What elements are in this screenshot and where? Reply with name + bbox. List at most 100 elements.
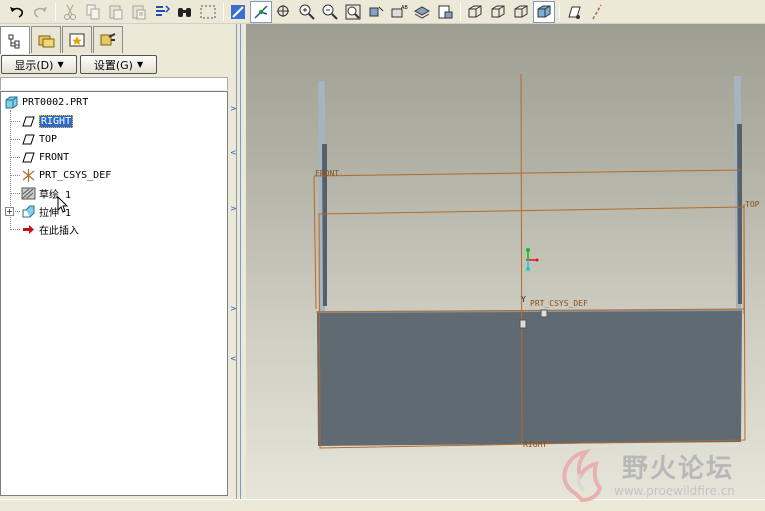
tree-header-strip <box>0 77 228 90</box>
datum-plane-icon <box>20 149 36 165</box>
favorites-tab[interactable] <box>62 26 92 53</box>
splitter-line <box>236 24 237 499</box>
chevron-down-icon: ▼ <box>136 60 144 69</box>
insert-here-arrow-icon <box>20 221 36 237</box>
csys-z-marker <box>526 267 530 271</box>
extrude-icon <box>20 203 36 219</box>
tree-root-node[interactable]: PRT0002.PRT <box>3 94 88 110</box>
csys-y-marker <box>526 248 530 252</box>
undo-icon[interactable] <box>6 1 28 23</box>
show-menu-label: 显示(D) <box>14 58 54 72</box>
pro-engineer-window: AB 显示(D) ▼ 设置(G) ▼ PRT0002.PRT RIGHT TOP… <box>0 0 765 511</box>
tree-connector <box>10 139 20 140</box>
dimension-handle-icon[interactable] <box>519 319 527 329</box>
watermark-title: 野火论坛 <box>622 454 735 484</box>
forum-watermark: 野火论坛 www.proewildfire.cn <box>552 440 765 506</box>
extrude-body[interactable] <box>317 310 742 446</box>
model-canvas: FRONT TOP PRT_CSYS_DEF RIGHT Y <box>313 73 760 449</box>
select-box-icon[interactable] <box>197 1 219 23</box>
toolbar-separator <box>460 2 461 21</box>
sketch-icon <box>20 185 36 201</box>
connections-icon <box>100 33 116 46</box>
chevron-left-icon[interactable]: < <box>230 354 237 363</box>
tree-item-label: 在此插入 <box>39 225 79 237</box>
chevron-right-icon[interactable]: > <box>230 104 237 113</box>
tree-connector <box>10 175 20 176</box>
chevron-right-icon[interactable]: > <box>230 204 237 213</box>
favorites-star-icon <box>69 33 85 47</box>
find-icon[interactable] <box>174 1 196 23</box>
tree-item-front[interactable]: FRONT <box>20 149 69 165</box>
zoom-out-icon[interactable] <box>319 1 341 23</box>
paste-special-icon[interactable] <box>128 1 150 23</box>
model-tree-tab[interactable] <box>0 26 30 54</box>
front-label: FRONT <box>315 169 339 178</box>
no-hidden-icon[interactable] <box>510 1 532 23</box>
datum-planes-icon[interactable] <box>563 1 585 23</box>
layers-icon[interactable] <box>411 1 433 23</box>
tree-root-label: PRT0002.PRT <box>22 96 89 108</box>
reorient-icon[interactable] <box>365 1 387 23</box>
tree-connector <box>10 193 20 194</box>
navigator-tabs <box>0 26 124 54</box>
tree-connector <box>10 157 20 158</box>
chevron-left-icon[interactable]: < <box>230 148 237 157</box>
coordinate-system-icon <box>20 167 36 183</box>
spin-center-icon[interactable] <box>250 0 272 23</box>
shading-icon[interactable] <box>533 0 555 23</box>
datum-axes-icon[interactable] <box>586 1 608 23</box>
csys-x-marker <box>535 258 539 262</box>
tree-item-right[interactable]: RIGHT <box>20 113 74 129</box>
part-icon <box>3 94 19 110</box>
refit-icon[interactable] <box>342 1 364 23</box>
tree-item-insert-here[interactable]: 在此插入 <box>20 221 79 237</box>
front-datum-plane[interactable] <box>313 169 742 177</box>
zoom-in-icon[interactable] <box>296 1 318 23</box>
toolbar-separator <box>559 2 560 21</box>
toolbar-separator <box>55 2 56 21</box>
show-menu-button[interactable]: 显示(D) ▼ <box>1 55 77 74</box>
model-tree-icon <box>8 34 20 48</box>
wireframe-icon[interactable] <box>464 1 486 23</box>
tree-connector <box>10 121 20 122</box>
tree-item-label: TOP <box>39 133 58 145</box>
navigator-panel: 显示(D) ▼ 设置(G) ▼ PRT0002.PRT RIGHT TOP FR… <box>0 24 230 499</box>
regenerate-icon[interactable] <box>151 1 173 23</box>
copy-icon[interactable] <box>82 1 104 23</box>
front-datum-plane <box>313 175 317 310</box>
right-label: RIGHT <box>523 440 547 449</box>
cut-icon[interactable] <box>59 1 81 23</box>
splitter-line <box>240 24 241 499</box>
dimension-handle-icon[interactable] <box>540 309 548 318</box>
model-tree[interactable]: PRT0002.PRT RIGHT TOP FRONT PRT_CSYS_DEF… <box>0 91 228 496</box>
svg-text:AB: AB <box>401 5 408 11</box>
graphics-viewport[interactable]: FRONT TOP PRT_CSYS_DEF RIGHT Y <box>246 24 765 499</box>
y-axis-label: Y <box>521 295 526 304</box>
mouse-cursor-icon <box>57 196 69 213</box>
expand-toggle-icon[interactable]: + <box>5 207 14 216</box>
redo-icon[interactable] <box>29 1 51 23</box>
folder-browser-tab[interactable] <box>31 26 61 53</box>
flame-logo-icon <box>562 449 603 503</box>
orient-icon[interactable] <box>273 1 295 23</box>
connections-tab[interactable] <box>93 26 123 53</box>
tree-item-label: FRONT <box>39 151 70 163</box>
folder-icon <box>38 35 55 48</box>
tree-item-csys[interactable]: PRT_CSYS_DEF <box>20 167 111 183</box>
settings-menu-button[interactable]: 设置(G) ▼ <box>80 55 157 74</box>
tree-connector <box>10 229 20 230</box>
saved-views-icon[interactable]: AB <box>388 1 410 23</box>
watermark-url: www.proewildfire.cn <box>614 484 735 498</box>
datum-plane-icon <box>20 131 36 147</box>
datum-plane-icon <box>20 113 36 129</box>
toolbar-separator <box>223 2 224 21</box>
view-manager-icon[interactable] <box>434 1 456 23</box>
hidden-line-icon[interactable] <box>487 1 509 23</box>
top-label: TOP <box>745 200 760 209</box>
paste-icon[interactable] <box>105 1 127 23</box>
repaint-icon[interactable] <box>227 1 249 23</box>
panel-splitter[interactable]: > < > > < <box>230 24 246 499</box>
tree-item-top[interactable]: TOP <box>20 131 57 147</box>
chevron-right-icon[interactable]: > <box>230 304 237 313</box>
tree-item-label: RIGHT <box>39 114 74 128</box>
